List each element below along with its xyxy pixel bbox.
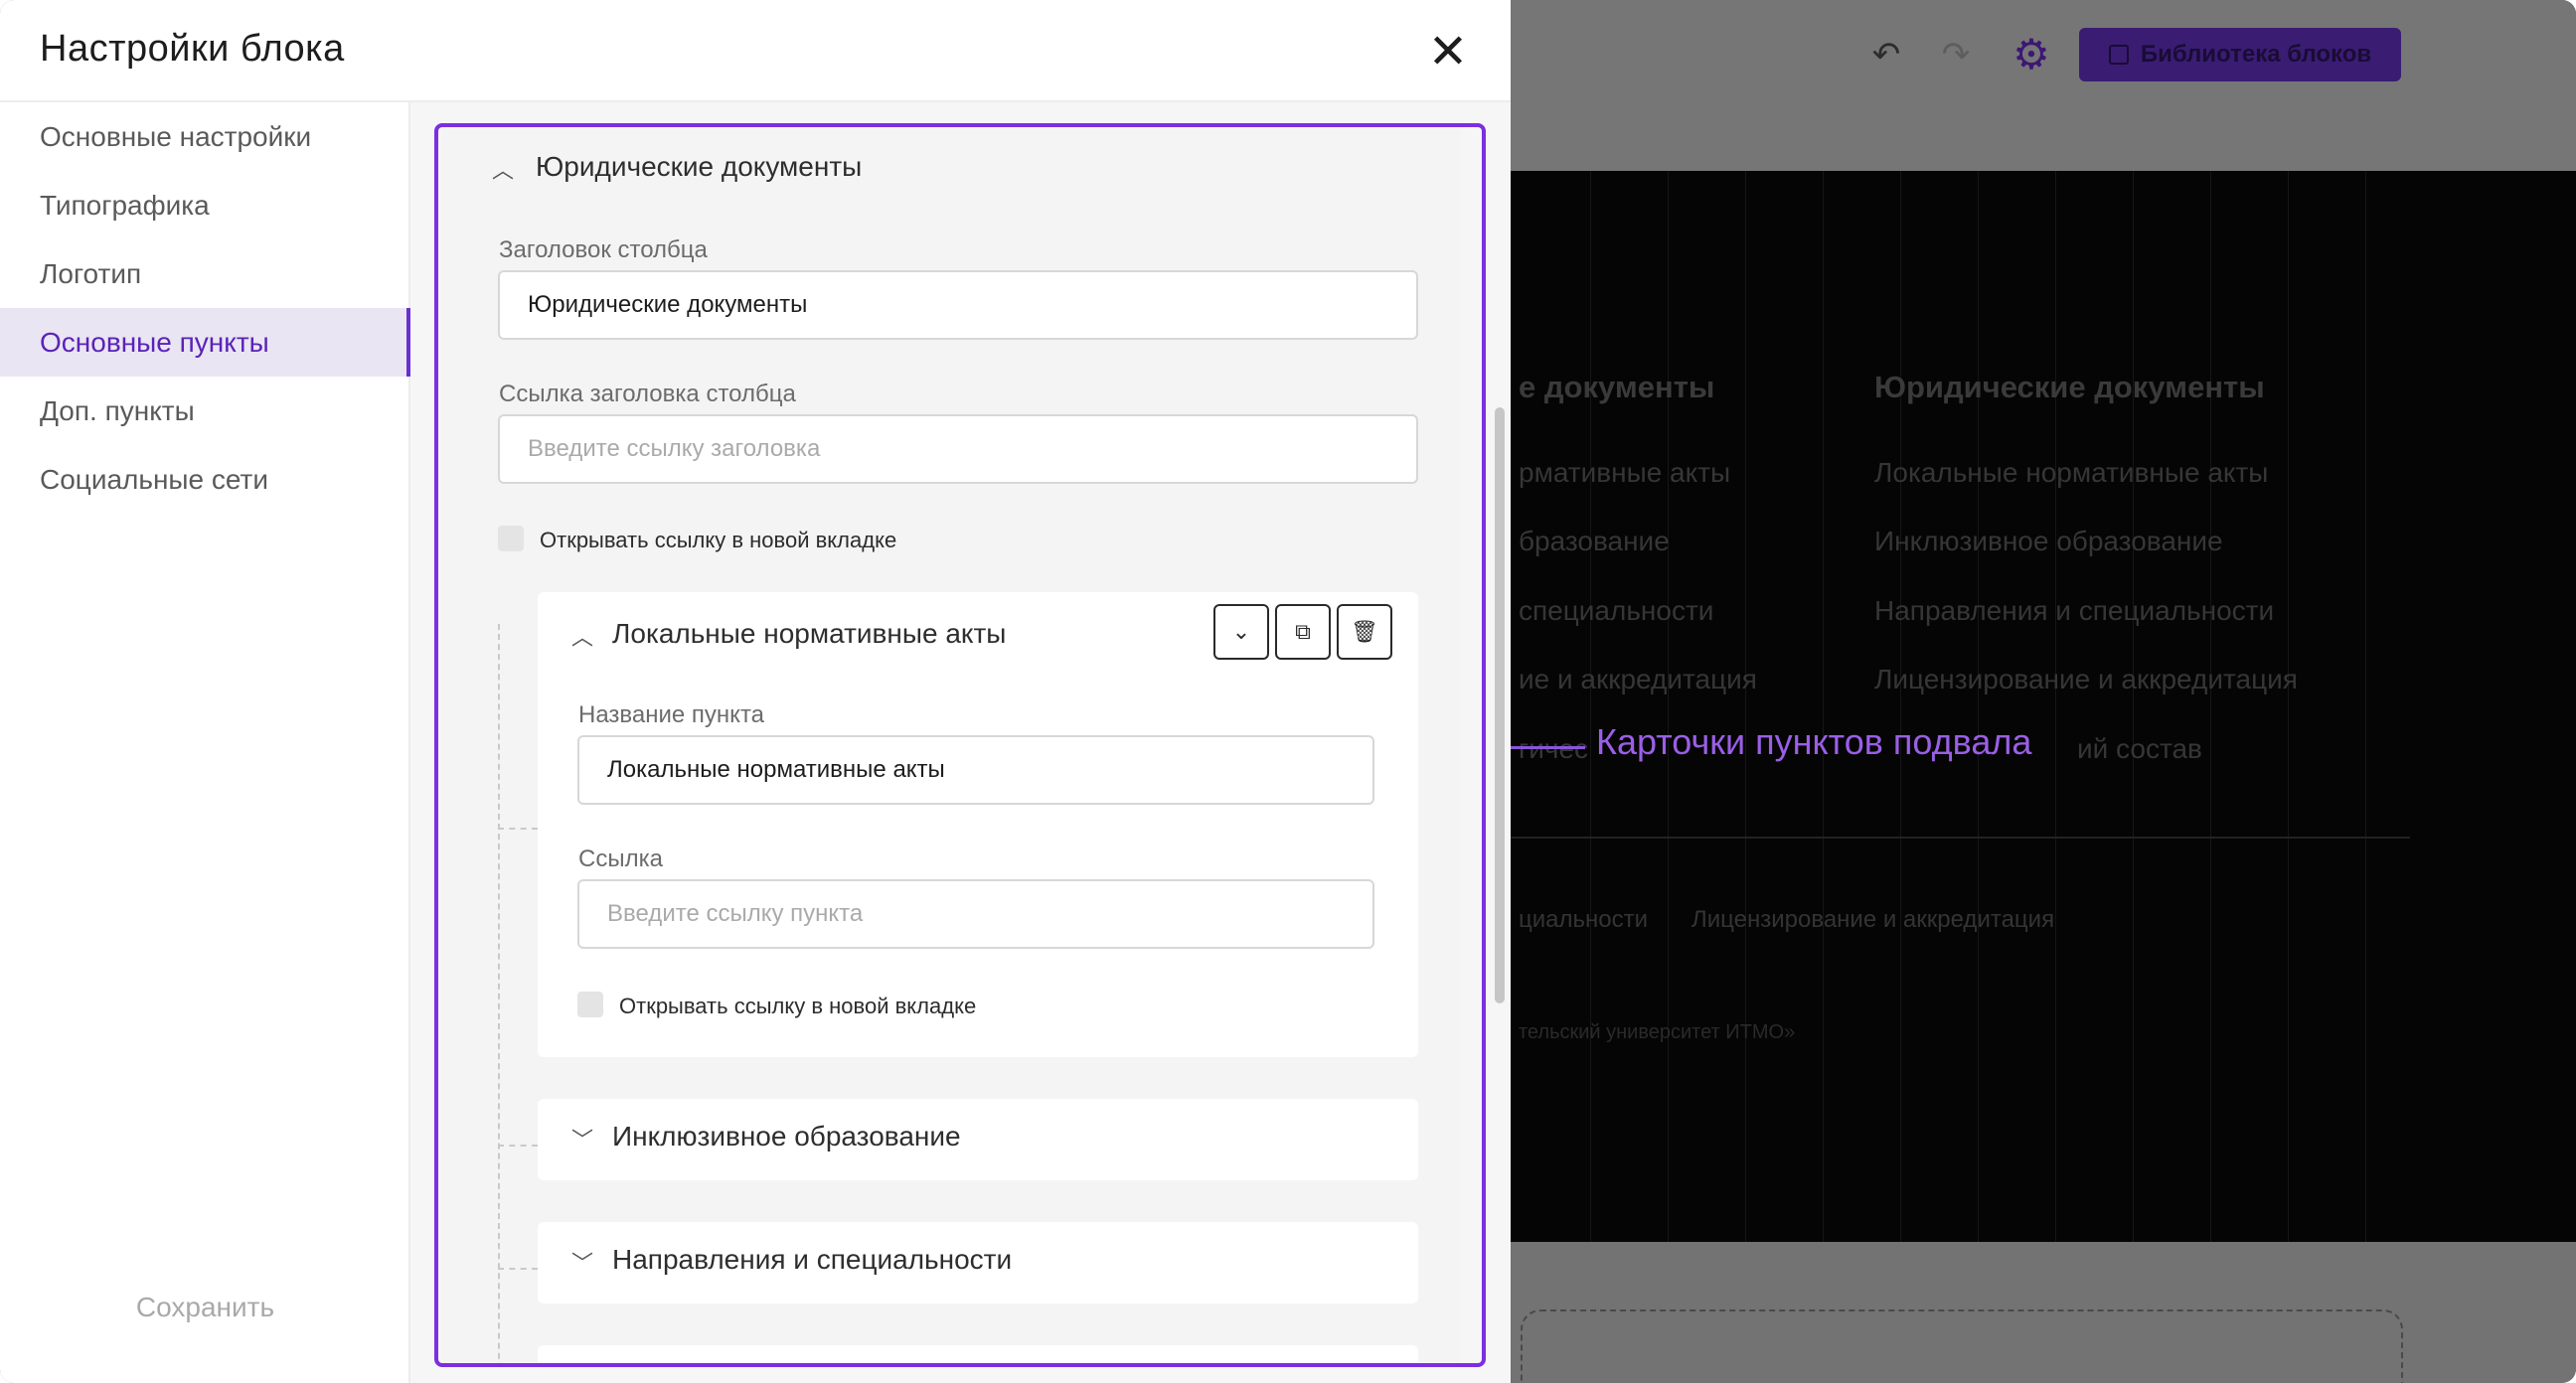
copy-icon[interactable]: ⧉ [1275, 604, 1331, 660]
close-icon[interactable]: ✕ [1423, 28, 1473, 77]
footer-item-card[interactable] [538, 1345, 1418, 1363]
item-name-label: Название пункта [578, 701, 765, 728]
editor-toolbar [1511, 0, 2576, 171]
redo-icon[interactable]: ↷ [1931, 30, 1981, 79]
tree-branch [498, 828, 538, 830]
item-new-tab-checkbox[interactable] [577, 992, 603, 1017]
preview-col1-item: специальности [1519, 595, 1714, 626]
preview-col2-item: Лицензирование и аккредитация [1874, 664, 2298, 694]
item-link-label: Ссылка [578, 845, 663, 872]
chevron-up-icon[interactable]: ︿ [492, 153, 514, 185]
card-title[interactable]: Инклюзивное образование [612, 1121, 961, 1152]
column-link-input[interactable]: Введите ссылку заголовка [498, 414, 1418, 484]
column-title-label: Заголовок столбца [499, 236, 708, 263]
sidebar-item-main-settings[interactable]: Основные настройки [0, 102, 410, 171]
add-block-dropzone[interactable] [1521, 1309, 2403, 1383]
tree-branch [498, 1268, 538, 1270]
preview-bottom-link: Лицензирование и аккредитация [1691, 906, 2055, 933]
panel-title: Настройки блока [40, 28, 345, 70]
preview-col1-item: гичес [1519, 733, 1589, 764]
column-section: ︿ Юридические документы Заголовок столбц… [442, 127, 1460, 1363]
card-title[interactable]: Направления и специальности [612, 1244, 1012, 1276]
preview-col2-heading: Юридические документы [1874, 370, 2265, 404]
footer-item-card[interactable]: ﹀ Направления и специальности [538, 1222, 1418, 1304]
new-tab-label: Открывать ссылку в новой вкладке [540, 528, 897, 552]
footer-item-card[interactable]: ﹀ Инклюзивное образование [538, 1099, 1418, 1180]
tree-branch [498, 1145, 538, 1147]
panel-header: Настройки блока ✕ [0, 0, 1511, 102]
chevron-up-icon[interactable]: ︿ [571, 620, 593, 652]
footer-item-card: ︿ Локальные нормативные акты ⌄ ⧉ 🗑 Назва… [538, 592, 1418, 1057]
section-title[interactable]: Юридические документы [536, 151, 862, 183]
sidebar-item-typography[interactable]: Типографика [0, 171, 410, 239]
chevron-down-icon[interactable]: ﹀ [571, 1123, 593, 1154]
sidebar-item-social[interactable]: Социальные сети [0, 445, 410, 514]
item-name-input[interactable]: Локальные нормативные акты [577, 735, 1374, 805]
preview-col2-item: Инклюзивное образование [1874, 526, 2223, 556]
preview-col2-item: Направления и специальности [1874, 595, 2275, 626]
sidebar-item-logo[interactable]: Логотип [0, 239, 410, 308]
library-icon [2108, 45, 2129, 65]
footer-items-highlight: ︿ Юридические документы Заголовок столбц… [434, 123, 1486, 1367]
sidebar-item-extra-points[interactable]: Доп. пункты [0, 377, 410, 445]
chevron-down-icon[interactable]: ﹀ [571, 1246, 593, 1278]
gear-icon[interactable]: ⚙ [2007, 30, 2056, 79]
preview-bottom-link: циальности [1519, 906, 1649, 933]
block-settings-panel: Настройки блока ✕ Основные настройки Тип… [0, 0, 1511, 1383]
preview-copyright: тельский университет ИТМО» [1519, 1021, 1796, 1043]
app-frame: ↶ ↷ ⚙ Библиотека блоков е документы рмат… [0, 0, 2576, 1383]
annotation-label: Карточки пунктов подвала [1596, 721, 2032, 762]
footer-preview: е документы рмативные акты бразование сп… [1511, 171, 2576, 1242]
item-link-input[interactable]: Введите ссылку пункта [577, 879, 1374, 949]
column-title-input[interactable]: Юридические документы [498, 270, 1418, 340]
scrollbar[interactable] [1495, 407, 1505, 1003]
card-title[interactable]: Локальные нормативные акты [612, 618, 1006, 650]
preview-col1-item: ие и аккредитация [1519, 664, 1757, 694]
chevron-down-icon[interactable]: ⌄ [1213, 604, 1269, 660]
undo-icon[interactable]: ↶ [1861, 30, 1911, 79]
preview-col1-item: рмативные акты [1519, 457, 1731, 488]
block-library-button[interactable]: Библиотека блоков [2079, 28, 2401, 81]
preview-col2-item: ий состав [2077, 733, 2202, 764]
sidebar-item-main-points[interactable]: Основные пункты [0, 308, 410, 377]
tree-line [498, 624, 500, 1363]
block-library-label: Библиотека блоков [2140, 41, 2372, 68]
trash-icon[interactable]: 🗑 [1337, 604, 1392, 660]
preview-col2-item: Локальные нормативные акты [1874, 457, 2269, 488]
item-new-tab-label: Открывать ссылку в новой вкладке [619, 994, 977, 1018]
preview-col1-heading: е документы [1519, 370, 1715, 404]
save-button[interactable]: Сохранить [0, 1292, 410, 1323]
new-tab-checkbox[interactable] [498, 526, 524, 551]
preview-col1-item: бразование [1519, 526, 1670, 556]
settings-sidebar: Основные настройки Типографика Логотип О… [0, 102, 410, 1383]
preview-divider [1511, 837, 2410, 839]
column-link-label: Ссылка заголовка столбца [499, 381, 796, 407]
